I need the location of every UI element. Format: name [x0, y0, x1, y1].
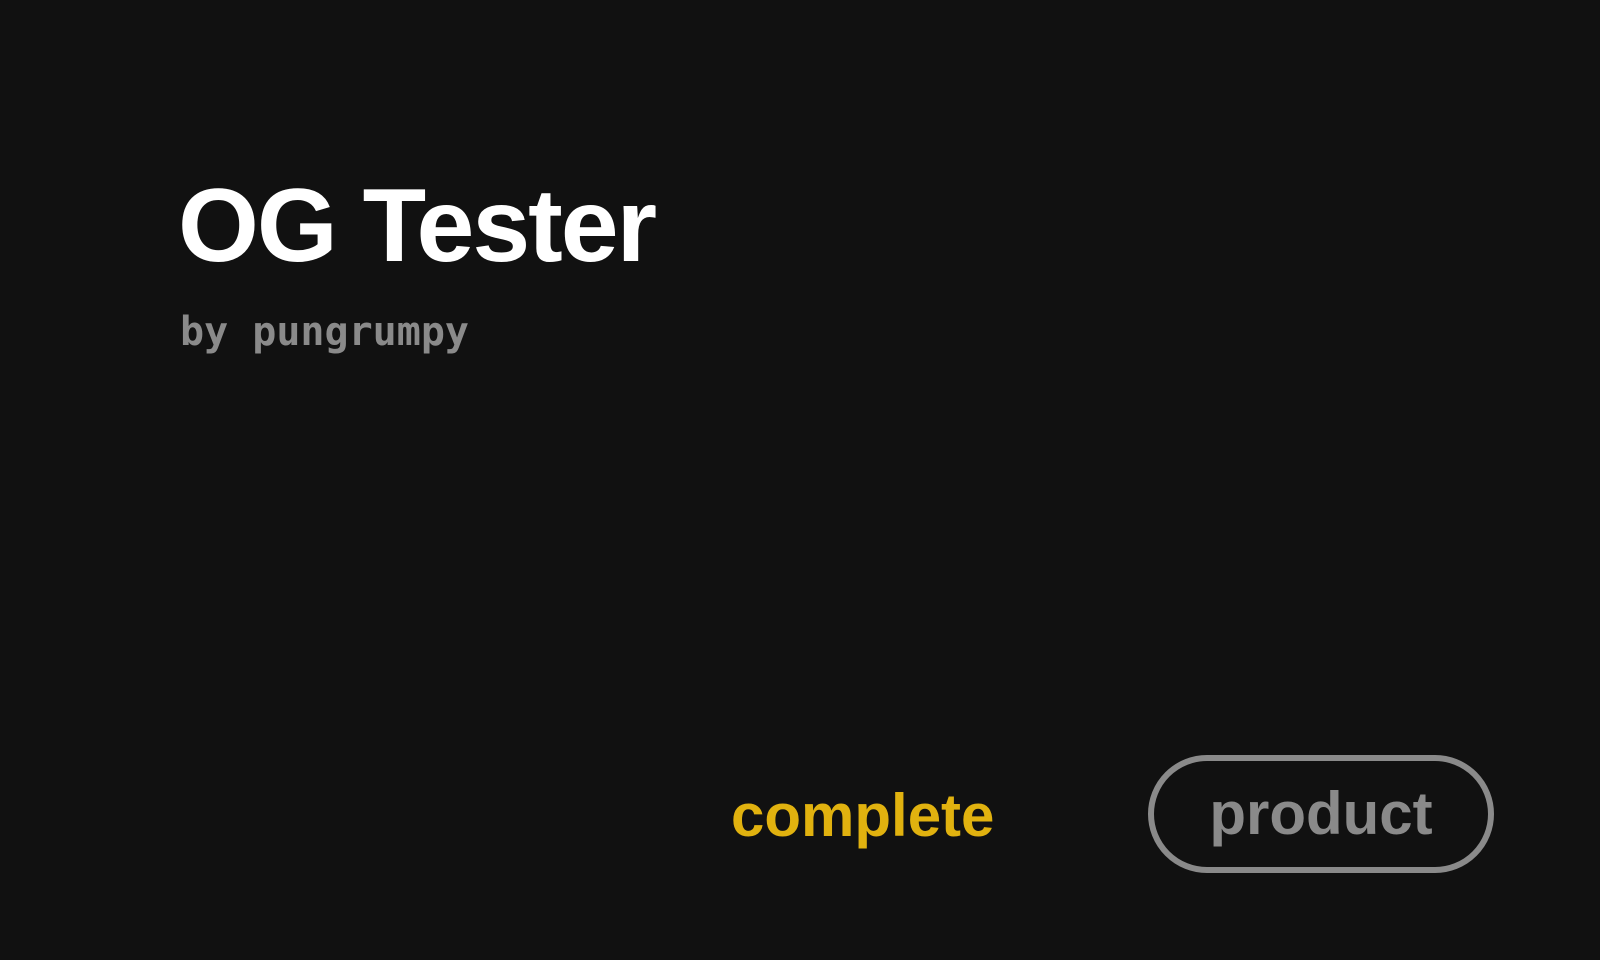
- status-label: complete: [731, 782, 995, 849]
- author-byline: by pungrumpy: [180, 309, 469, 355]
- page-title: OG Tester: [178, 168, 657, 284]
- type-badge: product: [1148, 755, 1494, 873]
- og-image-card: OG Tester by pungrumpy complete product: [0, 0, 1600, 960]
- type-badge-label: product: [1209, 780, 1433, 847]
